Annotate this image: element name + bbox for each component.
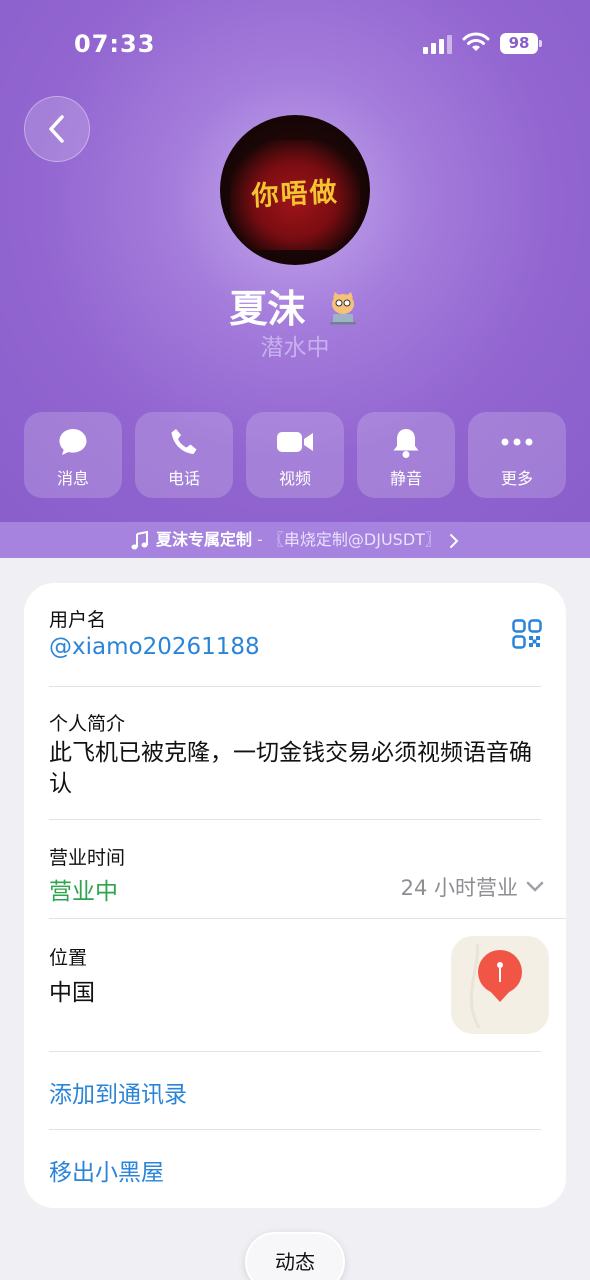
more-icon (501, 438, 533, 446)
location-label: 位置 (49, 947, 88, 969)
chevron-down-icon (526, 881, 544, 892)
music-subtitle: 〖串烧定制@DJUSDT〗 (267, 530, 441, 549)
message-label: 消息 (56, 469, 89, 488)
video-icon (277, 432, 313, 452)
add-to-contacts-link[interactable]: 添加到通讯录 (49, 1075, 187, 1109)
bio-text: 此飞机已被克隆，一切金钱交易必须视频语音确认 (49, 740, 532, 797)
phone-icon (171, 429, 197, 454)
business-hours-toggle[interactable]: 24 小时营业 (401, 872, 544, 902)
battery-indicator: 98 (500, 33, 542, 54)
mute-label: 静音 (389, 469, 422, 488)
avatar[interactable]: 你唔做 (220, 115, 370, 265)
cat-laptop-emoji-icon (329, 291, 356, 324)
action-buttons: 消息 电话 视频 静音 更多 (24, 412, 566, 498)
map-pin-icon (469, 943, 522, 1029)
avatar-text: 你唔做 (250, 176, 340, 213)
status-bar: 07:33 98 (0, 0, 590, 90)
video-label: 视频 (278, 469, 311, 488)
map-thumbnail[interactable] (451, 936, 549, 1034)
message-button[interactable]: 消息 (24, 412, 122, 498)
username-label: 用户名 (49, 609, 107, 631)
profile-music-bar[interactable]: 夏沫专属定制 - 〖串烧定制@DJUSDT〗 (0, 522, 590, 558)
music-separator: - (251, 530, 268, 549)
divider (49, 819, 541, 820)
chevron-right-icon (450, 533, 459, 548)
more-label: 更多 (500, 469, 533, 488)
music-title: 夏沫专属定制 (155, 530, 252, 549)
divider (49, 1051, 541, 1052)
chevron-left-icon (49, 115, 64, 143)
more-button[interactable]: 更多 (468, 412, 566, 498)
location-value: 中国 (49, 980, 95, 1006)
unblock-link[interactable]: 移出小黑屋 (49, 1153, 164, 1187)
call-label: 电话 (167, 469, 200, 488)
qr-code-icon[interactable] (512, 619, 542, 649)
divider (49, 918, 566, 919)
back-button[interactable] (24, 96, 90, 162)
username-value[interactable]: @xiamo20261188 (49, 634, 260, 660)
business-hours-detail: 24 小时营业 (400, 876, 518, 900)
profile-name-row: 夏沫 (0, 278, 590, 333)
divider (49, 686, 541, 687)
divider (49, 1129, 541, 1130)
mute-button[interactable]: 静音 (357, 412, 455, 498)
wifi-icon (462, 32, 490, 51)
signal-icon (423, 34, 453, 54)
profile-name: 夏沫 (229, 287, 306, 331)
profile-header: 07:33 98 你唔做 夏沫 潜水中 消息 电话 视频 静音 更多 夏沫专属定… (0, 0, 590, 558)
video-button[interactable]: 视频 (246, 412, 344, 498)
business-status: 营业中 (49, 879, 118, 905)
status-time: 07:33 (74, 30, 156, 58)
bio-label: 个人简介 (49, 713, 126, 735)
info-card: 用户名 @xiamo20261188 个人简介 此飞机已被克隆，一切金钱交易必须… (24, 583, 566, 1208)
profile-status: 潜水中 (260, 335, 330, 361)
moments-button[interactable]: 动态 (245, 1232, 345, 1280)
bell-icon (393, 429, 419, 458)
message-icon (59, 429, 87, 455)
music-note-icon (131, 530, 148, 549)
business-hours-label: 营业时间 (49, 847, 126, 869)
call-button[interactable]: 电话 (135, 412, 233, 498)
